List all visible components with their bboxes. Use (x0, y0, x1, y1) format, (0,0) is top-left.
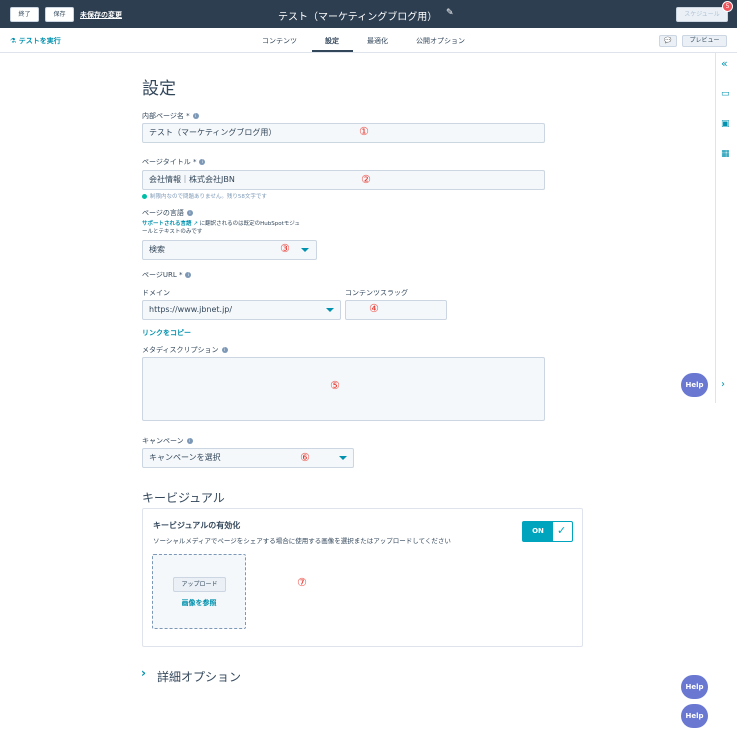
toggle-on-label: ON (523, 522, 553, 541)
info-icon: i (192, 113, 199, 119)
help-button[interactable]: Help (681, 373, 708, 397)
meta-description-label: メタディスクリプション i (142, 345, 228, 355)
copy-link-button[interactable]: リンクをコピー (142, 328, 191, 338)
upload-button[interactable]: アップロード (173, 577, 226, 592)
annotation-marker-4: ④ (369, 302, 379, 315)
comment-icon[interactable]: ▭ (721, 89, 730, 99)
annotation-marker-7: ⑦ (297, 576, 307, 589)
chevron-down-icon (326, 308, 334, 312)
comment-icon: 💬 (664, 37, 672, 44)
page-title[interactable]: テスト（マーケティングブログ用） (278, 8, 437, 23)
tab-settings[interactable]: 設定 (325, 36, 339, 46)
page-title-label: ページタイトル * i (142, 157, 206, 167)
schedule-button[interactable]: スケジュール (676, 7, 728, 22)
language-note: サポートされる言語 ↗ に翻訳されるのは既定のHubSpotモジュ ールとテキス… (142, 221, 300, 235)
run-test-button[interactable]: ⚗ テストを実行 (10, 36, 61, 46)
settings-heading: 設定 (142, 79, 176, 99)
campaign-select[interactable]: キャンペーンを選択 (142, 448, 354, 468)
browse-images-link[interactable]: 画像を参照 (153, 598, 245, 608)
annotation-marker-3: ③ (280, 242, 290, 255)
page-title-input[interactable]: 会社情報｜株式会社JBN (142, 170, 545, 190)
slug-input[interactable] (345, 300, 447, 320)
chevron-down-icon (339, 456, 347, 460)
chevron-down-icon (301, 248, 309, 252)
help-button[interactable]: Help (681, 704, 708, 728)
help-button[interactable]: Help (681, 675, 708, 699)
external-link-icon: ↗ (191, 221, 200, 227)
tab-publish-options[interactable]: 公開オプション (416, 36, 465, 46)
save-button[interactable]: 保存 (45, 7, 74, 22)
language-select[interactable]: 検索 (142, 240, 317, 260)
image-upload-dropzone[interactable]: アップロード 画像を参照 (152, 554, 246, 629)
tab-content[interactable]: コンテンツ (262, 36, 297, 46)
key-visual-enable-title: キービジュアルの有効化 (153, 521, 241, 530)
info-icon: i (199, 159, 206, 165)
edit-pencil-icon[interactable]: ✎ (446, 8, 454, 18)
info-icon: i (185, 272, 192, 278)
exit-button[interactable]: 終了 (10, 7, 39, 22)
language-label: ページの言語 i (142, 208, 193, 218)
key-visual-description: ソーシャルメディアでページをシェアする場合に使用する画像を選択またはアップロード… (153, 537, 451, 545)
unsaved-changes-link[interactable]: 未保存の変更 (80, 10, 122, 20)
annotation-marker-1: ① (359, 125, 369, 138)
supported-languages-link[interactable]: サポートされる言語 (142, 221, 192, 227)
success-dot-icon (142, 194, 147, 199)
run-test-label: テストを実行 (18, 37, 61, 45)
page-url-label: ページURL * i (142, 270, 192, 280)
expand-chevron-icon[interactable]: › (141, 666, 146, 680)
internal-name-label: 内部ページ名 * i (142, 111, 199, 121)
tab-optimize[interactable]: 最適化 (367, 36, 388, 46)
expand-chevron-icon[interactable]: › (721, 379, 725, 390)
checkmark-icon: ✓ (557, 524, 567, 537)
window-icon[interactable]: ▣ (721, 119, 730, 129)
annotation-marker-5: ⑤ (330, 379, 340, 392)
slug-label: コンテンツスラッグ (345, 289, 408, 297)
campaign-label: キャンペーン i (142, 436, 193, 446)
page-title-hint: 制限内なので問題ありません。残り58文字です (142, 192, 267, 200)
comments-button[interactable]: 💬 (659, 35, 677, 47)
info-icon: i (221, 347, 228, 353)
top-bar: 終了 保存 未保存の変更 テスト（マーケティングブログ用） ✎ スケジュール 5 (0, 0, 737, 28)
calendar-icon[interactable]: ▦ (721, 149, 730, 159)
right-sidebar: « ▭ ▣ ▦ › (715, 53, 737, 403)
annotation-marker-2: ② (361, 173, 371, 186)
domain-select[interactable]: https://www.jbnet.jp/ (142, 300, 341, 320)
key-visual-toggle[interactable]: ON ✓ (522, 521, 573, 542)
active-tab-indicator (312, 50, 353, 52)
advanced-options-toggle[interactable]: 詳細オプション (157, 668, 241, 685)
flask-icon: ⚗ (10, 37, 17, 45)
annotation-marker-6: ⑥ (300, 451, 310, 464)
key-visual-heading: キービジュアル (142, 491, 225, 505)
meta-description-textarea[interactable] (142, 357, 545, 421)
domain-label: ドメイン (142, 289, 170, 297)
collapse-double-chevron-icon[interactable]: « (721, 57, 728, 70)
info-icon: i (186, 210, 193, 216)
info-icon: i (186, 438, 193, 444)
notification-badge: 5 (722, 1, 733, 12)
tab-bar: ⚗ テストを実行 コンテンツ 設定 最適化 公開オプション 💬 プレビュー (0, 28, 737, 53)
preview-button[interactable]: プレビュー (682, 35, 727, 47)
internal-name-input[interactable]: テスト（マーケティングブログ用） (142, 123, 545, 143)
